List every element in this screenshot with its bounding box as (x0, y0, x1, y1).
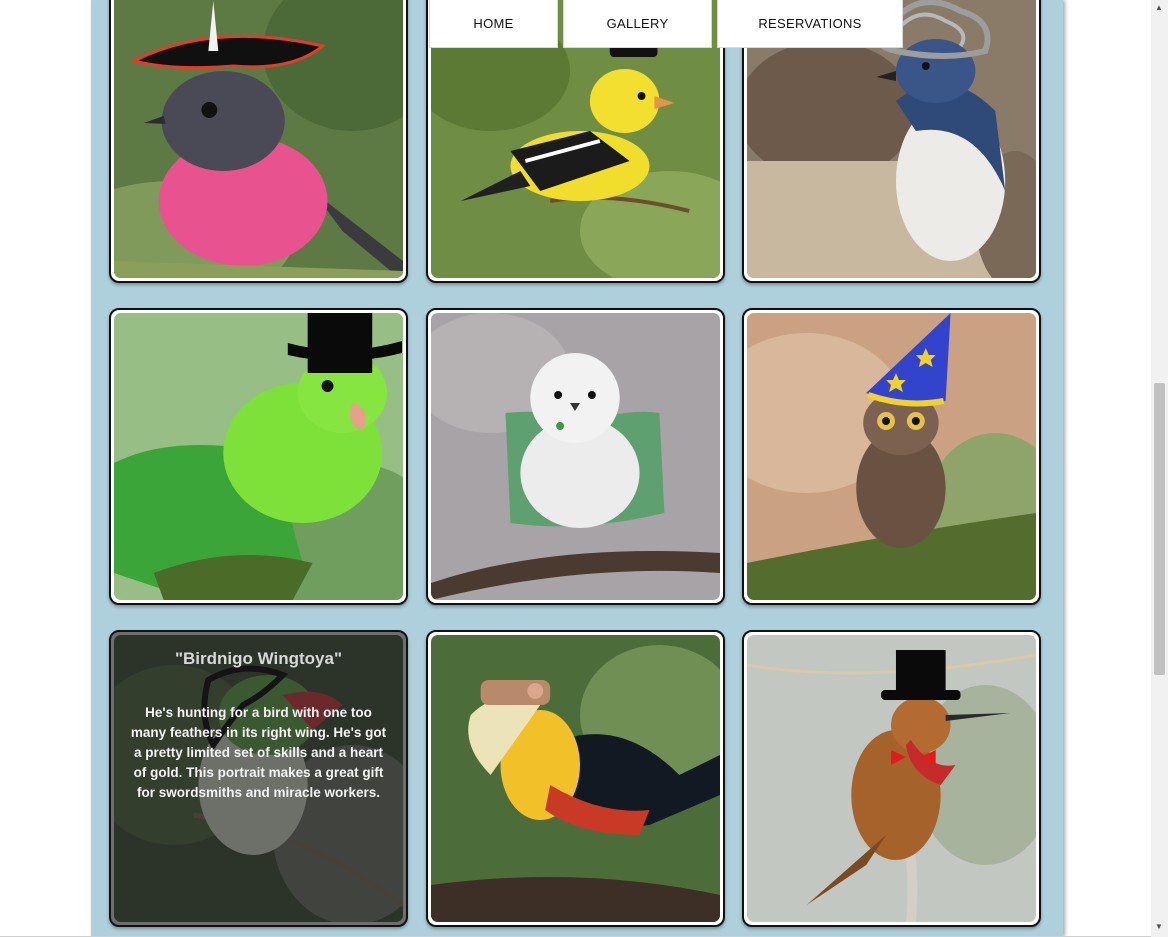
gallery-card-tody[interactable]: "Birdnigo Wingtoya" He's hunting for a b… (109, 630, 408, 927)
portrait-title: "Birdnigo Wingtoya" (174, 649, 343, 668)
bird-portrait-image (431, 635, 720, 922)
bird-portrait-image (114, 0, 403, 278)
nav-reservations-button[interactable]: RESERVATIONS (717, 0, 903, 48)
gallery-card-parrotlet[interactable] (109, 308, 408, 605)
portrait-description: He's hunting for a bird with one too man… (130, 705, 387, 800)
gallery-card-hummingbird[interactable] (742, 630, 1041, 927)
gallery-card-hornbill[interactable] (426, 630, 725, 927)
bird-portrait-image (747, 313, 1036, 600)
bird-portrait-image (431, 313, 720, 600)
scrollbar-thumb[interactable] (1154, 383, 1165, 675)
main-nav: HOME GALLERY RESERVATIONS (429, 0, 903, 48)
nav-home-button[interactable]: HOME (429, 0, 558, 48)
bird-portrait-image (114, 313, 403, 600)
portrait-hover-overlay: "Birdnigo Wingtoya" He's hunting for a b… (114, 635, 403, 922)
vertical-scrollbar[interactable]: ▲ ▼ (1151, 0, 1168, 937)
bird-portrait-image (747, 635, 1036, 922)
gallery-card-long-tailed-tit[interactable] (426, 308, 725, 605)
bird-portrait-image: "Birdnigo Wingtoya" He's hunting for a b… (114, 635, 403, 922)
scroll-down-icon[interactable]: ▼ (1155, 922, 1163, 931)
gallery-card-pink-robin[interactable] (109, 0, 408, 283)
nav-gallery-button[interactable]: GALLERY (563, 0, 712, 48)
gallery-section: "Birdnigo Wingtoya" He's hunting for a b… (91, 0, 1063, 937)
gallery-card-owlet[interactable] (742, 308, 1041, 605)
scroll-up-icon[interactable]: ▲ (1155, 3, 1163, 12)
